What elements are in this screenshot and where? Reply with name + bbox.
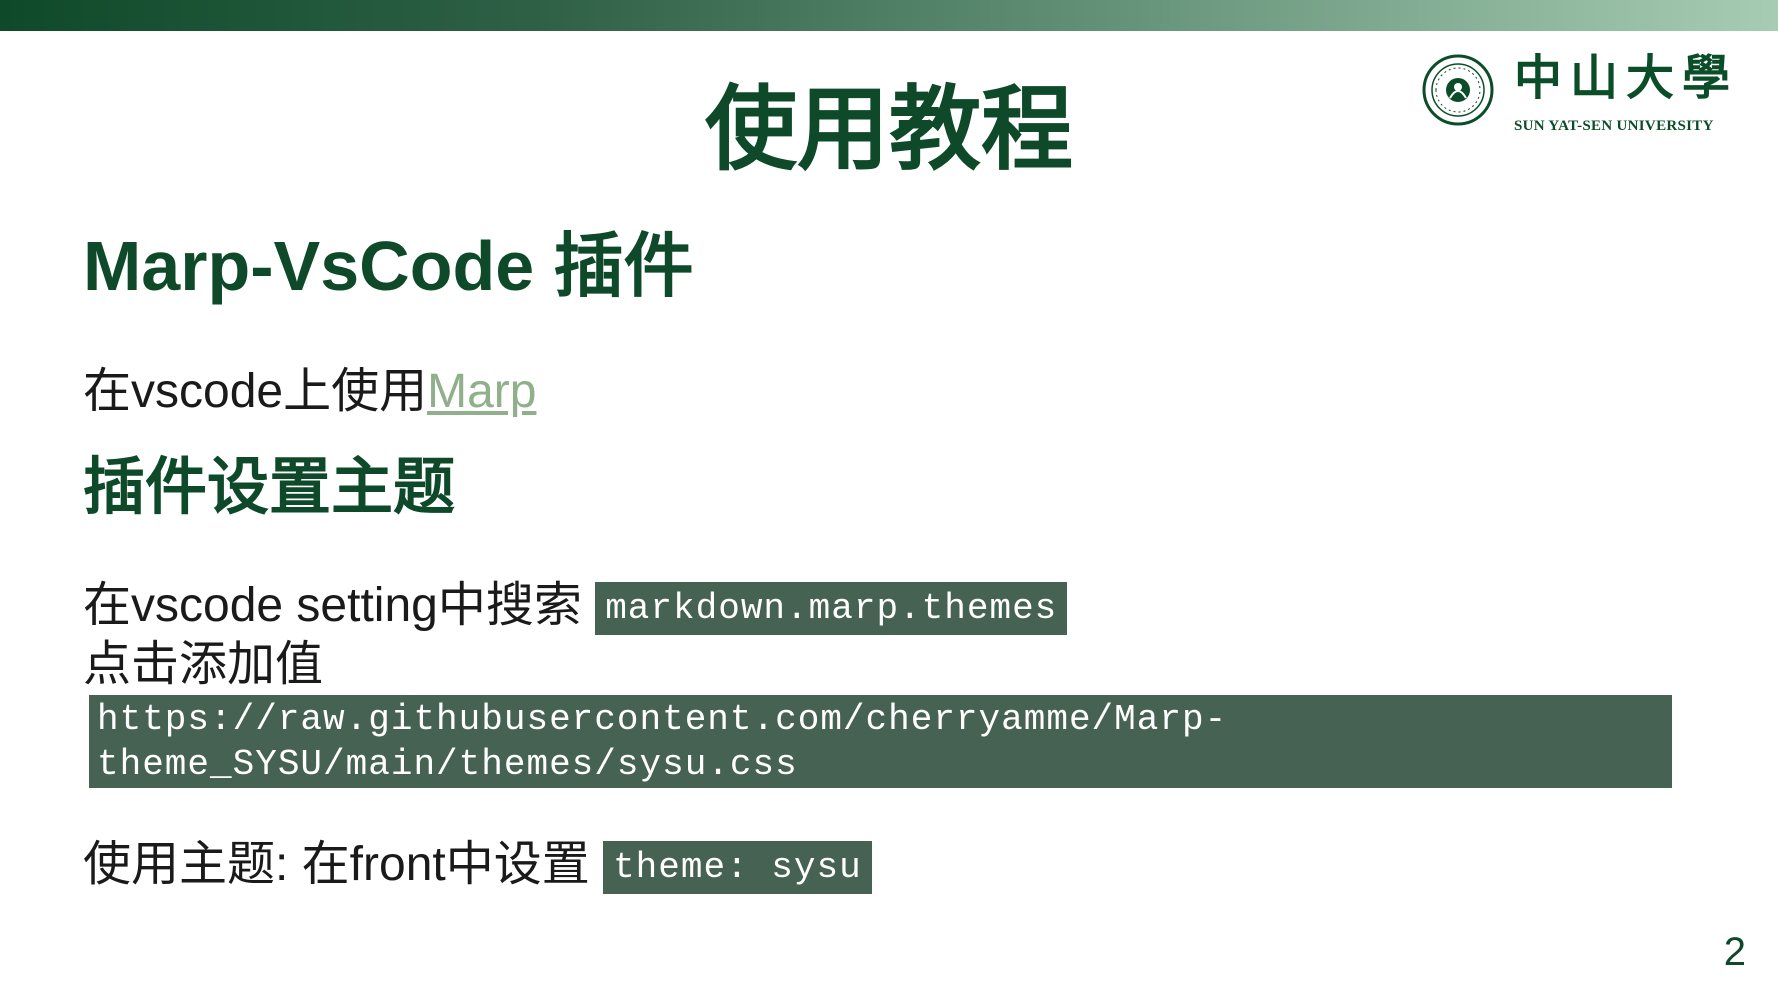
theme-url-code-block: https://raw.githubusercontent.com/cherry… bbox=[89, 695, 1672, 788]
theme-setting-code: theme: sysu bbox=[603, 841, 872, 894]
search-setting-text: 在vscode setting中搜索 bbox=[83, 579, 582, 632]
usage-line-text: 在vscode上使用 bbox=[83, 365, 428, 418]
slide-title: 使用教程 bbox=[704, 79, 1073, 181]
section-heading: Marp-VsCode 插件 bbox=[83, 227, 694, 305]
search-setting-line: 在vscode setting中搜索 markdown.marp.themes bbox=[83, 577, 1068, 635]
page-number: 2 bbox=[1723, 930, 1746, 974]
setting-key-code: markdown.marp.themes bbox=[595, 582, 1068, 635]
code-line: theme_SYSU/main/themes/sysu.css bbox=[97, 744, 798, 785]
usage-line: 在vscode上使用Marp bbox=[83, 363, 536, 421]
subsection-heading: 插件设置主题 bbox=[83, 453, 456, 522]
use-theme-line: 使用主题: 在front中设置 theme: sysu bbox=[83, 836, 872, 894]
code-line: https://raw.githubusercontent.com/cherry… bbox=[97, 699, 1228, 740]
marp-link[interactable]: Marp bbox=[427, 365, 536, 418]
add-value-line: 点击添加值 bbox=[83, 638, 324, 691]
use-theme-text: 使用主题: 在front中设置 bbox=[83, 838, 590, 891]
slide: 中山大學 SUN YAT-SEN UNIVERSITY 使用教程 Marp-Vs… bbox=[0, 0, 1778, 1000]
top-gradient-bar bbox=[0, 0, 1778, 31]
